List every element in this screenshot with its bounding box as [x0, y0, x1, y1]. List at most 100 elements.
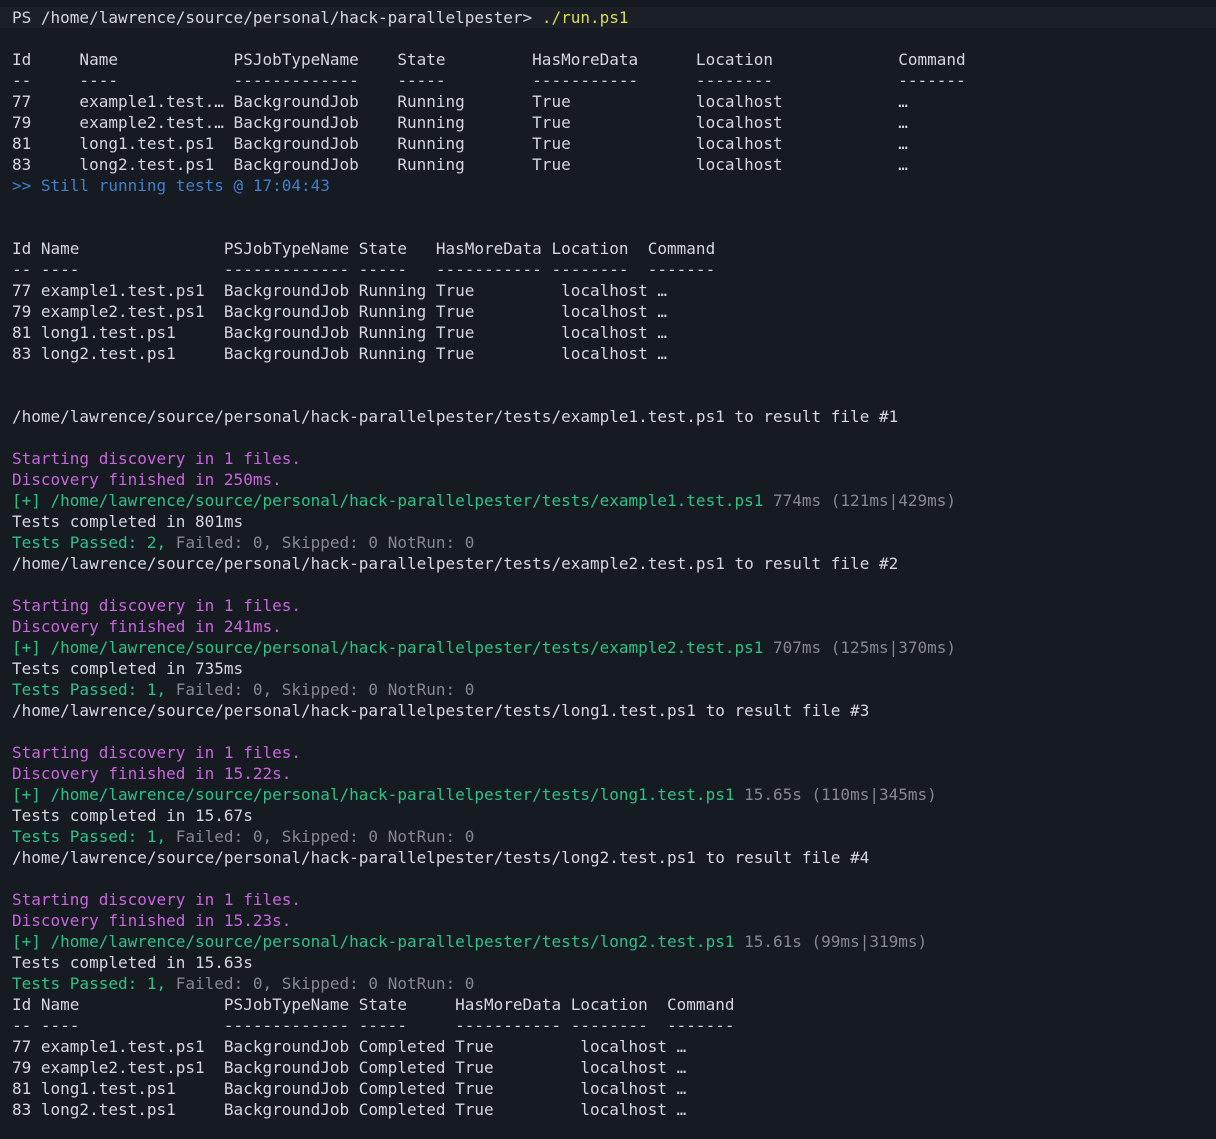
- discovery-finish-line: Discovery finished in 250ms.: [12, 469, 1216, 490]
- jobs-table-3-row: 81 long1.test.ps1 BackgroundJob Complete…: [12, 1078, 1216, 1099]
- magenta-text-segment: Starting discovery in 1 files.: [12, 596, 301, 615]
- blank-line: [12, 721, 1216, 742]
- text-segment: 79 example2.test.ps1 BackgroundJob Compl…: [12, 1058, 686, 1077]
- jobs-table-2-row: 77 example1.test.ps1 BackgroundJob Runni…: [12, 280, 1216, 301]
- text-segment: Tests completed in 801ms: [12, 512, 243, 531]
- text-segment: 81 long1.test.ps1 BackgroundJob Running …: [12, 134, 908, 153]
- discovery-start-line: Starting discovery in 1 files.: [12, 889, 1216, 910]
- test-pass-line: [+] /home/lawrence/source/personal/hack-…: [12, 784, 1216, 805]
- discovery-finish-line: Discovery finished in 241ms.: [12, 616, 1216, 637]
- magenta-text-segment: Discovery finished in 241ms.: [12, 617, 282, 636]
- text-segment: 83 long2.test.ps1 BackgroundJob Running …: [12, 344, 667, 363]
- result-file-line: /home/lawrence/source/personal/hack-para…: [12, 847, 1216, 868]
- text-segment: 81 long1.test.ps1 BackgroundJob Running …: [12, 323, 667, 342]
- gray-text-segment: Failed: 0, Skipped: 0 NotRun: 0: [176, 974, 475, 993]
- jobs-table-3-header: Id Name PSJobTypeName State HasMoreData …: [12, 994, 1216, 1015]
- test-pass-line: [+] /home/lawrence/source/personal/hack-…: [12, 931, 1216, 952]
- result-file-line: /home/lawrence/source/personal/hack-para…: [12, 406, 1216, 427]
- jobs-table-1-row: 83 long2.test.ps1 BackgroundJob Running …: [12, 154, 1216, 175]
- text-segment: 79 example2.test.… BackgroundJob Running…: [12, 113, 908, 132]
- text-segment: Id Name PSJobTypeName State HasMoreData …: [12, 50, 966, 69]
- blank-line: [12, 217, 1216, 238]
- green-text-segment: Tests Passed: 1,: [12, 680, 176, 699]
- jobs-table-2-divider: -- ---- ------------- ----- ----------- …: [12, 259, 1216, 280]
- text-segment: Tests completed in 15.67s: [12, 806, 253, 825]
- jobs-table-2-header: Id Name PSJobTypeName State HasMoreData …: [12, 238, 1216, 259]
- jobs-table-2-row: 79 example2.test.ps1 BackgroundJob Runni…: [12, 301, 1216, 322]
- jobs-table-3-row: 79 example2.test.ps1 BackgroundJob Compl…: [12, 1057, 1216, 1078]
- text-segment: /home/lawrence/source/personal/hack-para…: [12, 848, 869, 867]
- green-text-segment: [+] /home/lawrence/source/personal/hack-…: [12, 491, 763, 510]
- blank-line: [12, 427, 1216, 448]
- text-segment: -- ---- ------------- ----- ----------- …: [12, 260, 715, 279]
- blank-line: [12, 868, 1216, 889]
- gray-text-segment: 774ms (121ms|429ms): [763, 491, 956, 510]
- green-text-segment: [+] /home/lawrence/source/personal/hack-…: [12, 638, 763, 657]
- tests-summary-line: Tests Passed: 2, Failed: 0, Skipped: 0 N…: [12, 532, 1216, 553]
- jobs-table-2-row: 81 long1.test.ps1 BackgroundJob Running …: [12, 322, 1216, 343]
- gray-text-segment: Failed: 0, Skipped: 0 NotRun: 0: [176, 680, 475, 699]
- magenta-text-segment: Starting discovery in 1 files.: [12, 890, 301, 909]
- test-pass-line: [+] /home/lawrence/source/personal/hack-…: [12, 637, 1216, 658]
- green-text-segment: [+] /home/lawrence/source/personal/hack-…: [12, 932, 734, 951]
- yellow-text-segment: ./run.ps1: [542, 8, 629, 27]
- magenta-text-segment: Starting discovery in 1 files.: [12, 449, 301, 468]
- text-segment: Id Name PSJobTypeName State HasMoreData …: [12, 239, 715, 258]
- green-text-segment: Tests Passed: 1,: [12, 827, 176, 846]
- jobs-table-1-row: 79 example2.test.… BackgroundJob Running…: [12, 112, 1216, 133]
- text-segment: 77 example1.test.… BackgroundJob Running…: [12, 92, 908, 111]
- blank-line: [12, 1120, 1216, 1139]
- jobs-table-1-row: 77 example1.test.… BackgroundJob Running…: [12, 91, 1216, 112]
- terminal-screen[interactable]: PS /home/lawrence/source/personal/hack-p…: [0, 0, 1216, 1139]
- text-segment: Tests completed in 15.63s: [12, 953, 253, 972]
- jobs-table-3-row: 83 long2.test.ps1 BackgroundJob Complete…: [12, 1099, 1216, 1120]
- magenta-text-segment: Discovery finished in 250ms.: [12, 470, 282, 489]
- jobs-table-3-divider: -- ---- ------------- ----- ----------- …: [12, 1015, 1216, 1036]
- jobs-table-1-divider: -- ---- ------------- ----- ----------- …: [12, 70, 1216, 91]
- text-segment: PS /home/lawrence/source/personal/hack-p…: [12, 8, 542, 27]
- tests-completed-line: Tests completed in 735ms: [12, 658, 1216, 679]
- magenta-text-segment: Starting discovery in 1 files.: [12, 743, 301, 762]
- text-segment: /home/lawrence/source/personal/hack-para…: [12, 554, 898, 573]
- gray-text-segment: Failed: 0, Skipped: 0 NotRun: 0: [176, 827, 475, 846]
- test-pass-line: [+] /home/lawrence/source/personal/hack-…: [12, 490, 1216, 511]
- green-text-segment: [+] /home/lawrence/source/personal/hack-…: [12, 785, 734, 804]
- text-segment: 77 example1.test.ps1 BackgroundJob Compl…: [12, 1037, 686, 1056]
- gray-text-segment: 15.65s (110ms|345ms): [734, 785, 936, 804]
- discovery-start-line: Starting discovery in 1 files.: [12, 742, 1216, 763]
- blank-line: [12, 364, 1216, 385]
- gray-text-segment: 15.61s (99ms|319ms): [734, 932, 927, 951]
- magenta-text-segment: Discovery finished in 15.23s.: [12, 911, 291, 930]
- gray-text-segment: 707ms (125ms|370ms): [763, 638, 956, 657]
- prompt-line: PS /home/lawrence/source/personal/hack-p…: [0, 7, 1216, 28]
- tests-completed-line: Tests completed in 801ms: [12, 511, 1216, 532]
- blank-line: [12, 196, 1216, 217]
- text-segment: 79 example2.test.ps1 BackgroundJob Runni…: [12, 302, 667, 321]
- text-segment: /home/lawrence/source/personal/hack-para…: [12, 407, 898, 426]
- tests-summary-line: Tests Passed: 1, Failed: 0, Skipped: 0 N…: [12, 679, 1216, 700]
- tests-summary-line: Tests Passed: 1, Failed: 0, Skipped: 0 N…: [12, 826, 1216, 847]
- tests-summary-line: Tests Passed: 1, Failed: 0, Skipped: 0 N…: [12, 973, 1216, 994]
- blank-line: [12, 28, 1216, 49]
- text-segment: Tests completed in 735ms: [12, 659, 243, 678]
- status-line: >> Still running tests @ 17:04:43: [12, 175, 1216, 196]
- blank-line: [12, 574, 1216, 595]
- discovery-start-line: Starting discovery in 1 files.: [12, 448, 1216, 469]
- text-segment: 83 long2.test.ps1 BackgroundJob Complete…: [12, 1100, 686, 1119]
- result-file-line: /home/lawrence/source/personal/hack-para…: [12, 700, 1216, 721]
- jobs-table-1-header: Id Name PSJobTypeName State HasMoreData …: [12, 49, 1216, 70]
- text-segment: -- ---- ------------- ----- ----------- …: [12, 71, 966, 90]
- discovery-finish-line: Discovery finished in 15.23s.: [12, 910, 1216, 931]
- text-segment: 81 long1.test.ps1 BackgroundJob Complete…: [12, 1079, 686, 1098]
- blank-line: [12, 385, 1216, 406]
- text-segment: 83 long2.test.ps1 BackgroundJob Running …: [12, 155, 908, 174]
- tests-completed-line: Tests completed in 15.63s: [12, 952, 1216, 973]
- text-segment: Id Name PSJobTypeName State HasMoreData …: [12, 995, 734, 1014]
- discovery-start-line: Starting discovery in 1 files.: [12, 595, 1216, 616]
- blue-text-segment: >> Still running tests @ 17:04:43: [12, 176, 330, 195]
- discovery-finish-line: Discovery finished in 15.22s.: [12, 763, 1216, 784]
- result-file-line: /home/lawrence/source/personal/hack-para…: [12, 553, 1216, 574]
- gray-text-segment: Failed: 0, Skipped: 0 NotRun: 0: [176, 533, 475, 552]
- jobs-table-1-row: 81 long1.test.ps1 BackgroundJob Running …: [12, 133, 1216, 154]
- text-segment: -- ---- ------------- ----- ----------- …: [12, 1016, 734, 1035]
